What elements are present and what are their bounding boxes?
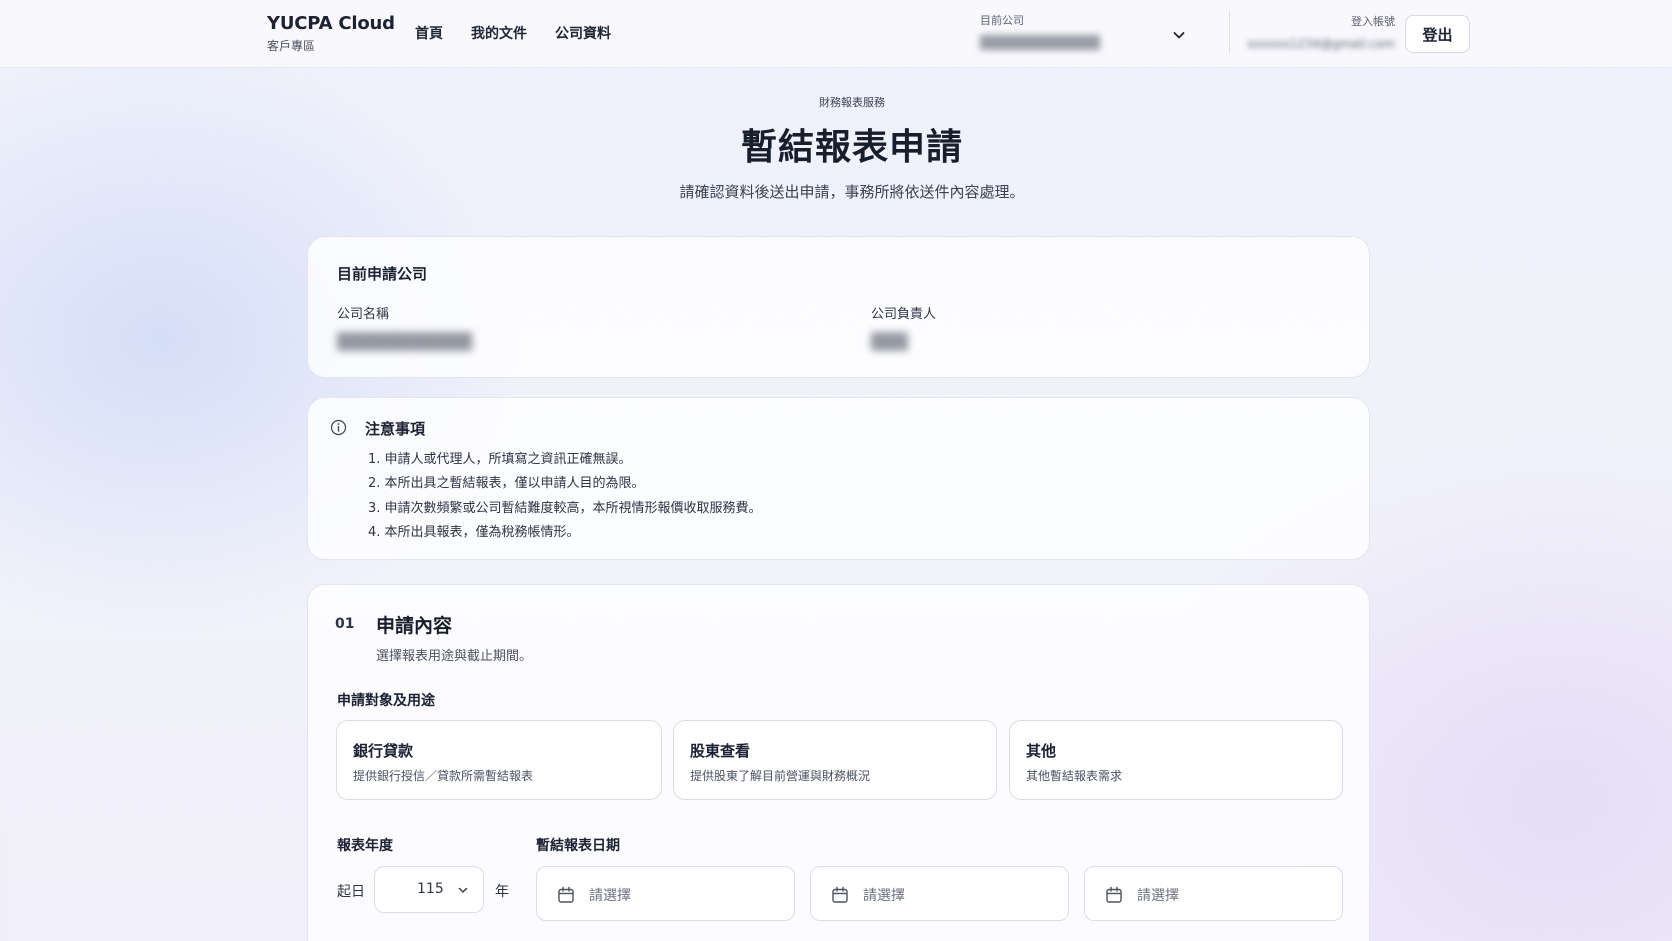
notice-item: 4. 本所出具報表，僅為稅務帳情形。 bbox=[368, 524, 580, 540]
step-subtitle: 選擇報表用途與截止期間。 bbox=[376, 649, 533, 664]
report-date-label: 暫結報表日期 bbox=[536, 838, 620, 854]
chevron-down-icon bbox=[1173, 32, 1185, 39]
nav-item-my-documents[interactable]: 我的文件 bbox=[471, 23, 527, 43]
option-shareholder-view[interactable]: 股東查看 提供股東了解目前營運與財務概況 bbox=[673, 720, 997, 800]
option-title: 股東查看 bbox=[690, 742, 751, 760]
step-number: 01 bbox=[335, 616, 355, 632]
report-year-label: 報表年度 bbox=[337, 838, 393, 854]
option-title: 銀行貸款 bbox=[353, 742, 414, 760]
nav-item-home[interactable]: 首頁 bbox=[415, 23, 443, 43]
option-description: 提供銀行授信／貸款所需暫結報表 bbox=[353, 769, 534, 783]
option-bank-loan[interactable]: 銀行貸款 提供銀行授信／貸款所需暫結報表 bbox=[336, 720, 662, 800]
logout-button[interactable]: 登出 bbox=[1405, 15, 1470, 53]
account-label: 登入帳號 bbox=[1351, 15, 1395, 28]
page-title: 暫結報表申請 bbox=[740, 127, 963, 168]
year-unit: 年 bbox=[495, 884, 509, 900]
company-owner-value: ▒▒▒ bbox=[871, 332, 908, 351]
year-select[interactable]: 115 bbox=[374, 866, 484, 913]
company-picker-value: ▒▒▒▒▒▒▒▒▒▒▒▒ bbox=[980, 36, 1100, 51]
brand[interactable]: YUCPA Cloud 客戶專區 bbox=[267, 13, 395, 54]
notice-item: 2. 本所出具之暫結報表，僅以申請人目的為限。 bbox=[368, 476, 645, 492]
company-name-value: ▒▒▒▒▒▒▒▒▒▒▒ bbox=[337, 332, 473, 351]
calendar-icon bbox=[1106, 886, 1122, 903]
chevron-down-icon bbox=[458, 887, 468, 893]
step-title: 申請內容 bbox=[376, 615, 453, 637]
option-description: 提供股東了解目前營運與財務概況 bbox=[690, 769, 871, 783]
company-card-title: 目前申請公司 bbox=[337, 265, 428, 283]
brand-name[interactable]: YUCPA Cloud bbox=[267, 13, 395, 34]
calendar-icon bbox=[832, 886, 848, 903]
company-name-label: 公司名稱 bbox=[337, 307, 390, 322]
date-placeholder: 請選擇 bbox=[863, 888, 905, 904]
application-form-card: 01 申請內容 選擇報表用途與截止期間。 申請對象及用途 銀行貸款 提供銀行授信… bbox=[307, 584, 1370, 941]
option-description: 其他暫結報表需求 bbox=[1026, 769, 1123, 783]
company-picker[interactable]: 目前公司 ▒▒▒▒▒▒▒▒▒▒▒▒ bbox=[980, 12, 1190, 58]
top-navigation-bar: YUCPA Cloud 客戶專區 首頁 我的文件 公司資料 目前公司 ▒▒▒▒▒… bbox=[0, 0, 1672, 68]
date-picker-3[interactable]: 請選擇 bbox=[1084, 866, 1343, 921]
option-other[interactable]: 其他 其他暫結報表需求 bbox=[1009, 720, 1343, 800]
info-icon bbox=[330, 419, 347, 436]
notice-title: 注意事項 bbox=[365, 420, 426, 438]
company-info-card: 目前申請公司 公司名稱 ▒▒▒▒▒▒▒▒▒▒▒ 公司負責人 ▒▒▒ bbox=[307, 236, 1370, 378]
account-email: xxxxxx1234@gmail.com bbox=[1247, 37, 1395, 51]
date-picker-1[interactable]: 請選擇 bbox=[536, 866, 795, 921]
brand-subtitle: 客戶專區 bbox=[267, 39, 316, 53]
purpose-label: 申請對象及用途 bbox=[337, 693, 435, 709]
year-select-value: 115 bbox=[417, 881, 444, 897]
company-picker-label: 目前公司 bbox=[980, 14, 1024, 27]
page-subtitle: 請確認資料後送出申請，事務所將依送件內容處理。 bbox=[679, 183, 1025, 201]
notice-item: 3. 申請次數頻繁或公司暫結難度較高，本所視情形報價收取服務費。 bbox=[368, 500, 762, 516]
company-owner-label: 公司負責人 bbox=[871, 307, 937, 322]
calendar-icon bbox=[558, 886, 574, 903]
header-divider bbox=[1229, 10, 1230, 54]
notice-list: 1. 申請人或代理人，所填寫之資訊正確無誤。 2. 本所出具之暫結報表，僅以申請… bbox=[368, 448, 762, 545]
date-placeholder: 請選擇 bbox=[1137, 888, 1179, 904]
date-placeholder: 請選擇 bbox=[589, 888, 631, 904]
page-eyebrow: 財務報表服務 bbox=[819, 96, 885, 109]
main-nav: 首頁 我的文件 公司資料 bbox=[415, 23, 611, 43]
start-label: 起日 bbox=[337, 884, 365, 900]
date-picker-2[interactable]: 請選擇 bbox=[810, 866, 1069, 921]
notice-card: 注意事項 1. 申請人或代理人，所填寫之資訊正確無誤。 2. 本所出具之暫結報表… bbox=[307, 397, 1370, 560]
nav-item-company-info[interactable]: 公司資料 bbox=[555, 23, 611, 43]
notice-item: 1. 申請人或代理人，所填寫之資訊正確無誤。 bbox=[368, 452, 632, 467]
option-title: 其他 bbox=[1026, 742, 1057, 760]
